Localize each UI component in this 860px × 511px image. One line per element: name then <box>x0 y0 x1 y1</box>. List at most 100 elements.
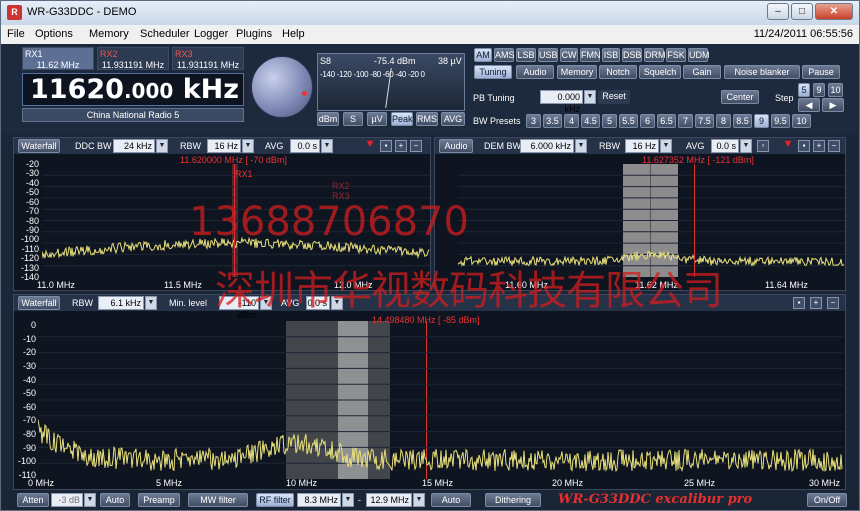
tab-tuning[interactable]: Tuning <box>474 65 512 79</box>
dem-bw-field[interactable]: 6.000 kHz <box>520 139 574 153</box>
ddc-spectrum-plot[interactable] <box>42 164 430 277</box>
tab-squelch[interactable]: Squelch <box>639 65 681 79</box>
mode-udm-button[interactable]: UDM <box>688 48 710 62</box>
bw-preset-7-5[interactable]: 7.5 <box>695 114 714 128</box>
bw-preset-3-5[interactable]: 3.5 <box>543 114 562 128</box>
bw-preset-4[interactable]: 4 <box>564 114 579 128</box>
dem-bw-dropdown[interactable]: ▼ <box>575 139 587 153</box>
ddc-avg-dropdown[interactable]: ▼ <box>321 139 333 153</box>
rf-to-dropdown[interactable]: ▼ <box>413 493 425 507</box>
rx2-tab[interactable]: RX2 11.931191 MHz <box>97 47 169 70</box>
maximize-button[interactable]: □ <box>791 3 813 20</box>
wide-zoom-in-icon[interactable]: + <box>810 297 822 309</box>
menu-memory[interactable]: Memory <box>89 28 129 40</box>
ddc-bw-dropdown[interactable]: ▼ <box>156 139 168 153</box>
atten-field[interactable]: -3 dB <box>51 493 83 507</box>
wide-rbw-dropdown[interactable]: ▼ <box>145 296 157 310</box>
menu-options[interactable]: Options <box>35 28 73 40</box>
step-up-button[interactable]: ▶ <box>822 98 844 112</box>
menu-plugins[interactable]: Plugins <box>236 28 272 40</box>
meter-rms-button[interactable]: RMS <box>416 112 438 126</box>
tab-audio[interactable]: Audio <box>516 65 554 79</box>
tab-pause[interactable]: Pause <box>802 65 840 79</box>
rf-filter-button[interactable]: RF filter <box>256 493 294 507</box>
wide-zoom-out-icon[interactable]: − <box>827 297 839 309</box>
mode-am-button[interactable]: AM <box>474 48 492 62</box>
ddc-rbw-dropdown[interactable]: ▼ <box>242 139 254 153</box>
min-level-dropdown[interactable]: ▼ <box>260 296 272 310</box>
rf-auto-button[interactable]: Auto <box>431 493 471 507</box>
wide-avg-dropdown[interactable]: ▼ <box>331 296 343 310</box>
mode-fmn-button[interactable]: FMN <box>580 48 601 62</box>
bw-preset-3[interactable]: 3 <box>526 114 541 128</box>
menu-help[interactable]: Help <box>282 28 305 40</box>
meter-dbm-button[interactable]: dBm <box>317 112 339 126</box>
pb-tuning-field[interactable]: 0.000 kHz <box>540 90 583 114</box>
bw-preset-8[interactable]: 8 <box>716 114 731 128</box>
atten-dropdown[interactable]: ▼ <box>84 493 96 507</box>
wide-avg-field[interactable]: 0.0 s <box>306 296 330 310</box>
demod-spectrum-plot[interactable] <box>458 164 845 277</box>
tab-notch[interactable]: Notch <box>599 65 637 79</box>
mode-lsb-button[interactable]: LSB <box>516 48 536 62</box>
close-button[interactable]: ✕ <box>815 3 853 20</box>
dem-rbw-dropdown[interactable]: ▼ <box>660 139 672 153</box>
bw-preset-5[interactable]: 5 <box>602 114 617 128</box>
mode-fsk-button[interactable]: FSK <box>666 48 686 62</box>
menu-scheduler[interactable]: Scheduler <box>140 28 190 40</box>
dem-zoom-out-icon[interactable]: − <box>828 140 840 152</box>
step-10-button[interactable]: 10 <box>828 83 843 97</box>
bw-preset-9[interactable]: 9 <box>754 114 769 128</box>
preamp-button[interactable]: Preamp <box>138 493 180 507</box>
atten-button[interactable]: Atten <box>17 493 49 507</box>
filter-marker-icon[interactable]: ▼ <box>364 139 376 151</box>
ddc-rbw-field[interactable]: 16 Hz <box>207 139 241 153</box>
pb-tuning-dropdown[interactable]: ▼ <box>584 90 596 104</box>
dem-avg-field[interactable]: 0.0 s <box>711 139 739 153</box>
mode-isb-button[interactable]: ISB <box>602 48 620 62</box>
wide-save-icon[interactable]: ▪ <box>793 297 805 309</box>
bw-preset-4-5[interactable]: 4.5 <box>581 114 600 128</box>
dem-rbw-field[interactable]: 16 Hz <box>625 139 659 153</box>
wideband-spectrum-plot[interactable] <box>38 321 843 479</box>
meter-peak-button[interactable]: Peak <box>391 112 413 126</box>
bw-preset-10[interactable]: 10 <box>792 114 811 128</box>
rf-from-field[interactable]: 8.3 MHz <box>297 493 341 507</box>
dem-filter-marker-icon[interactable]: ▼ <box>782 139 794 151</box>
menu-file[interactable]: File <box>7 28 25 40</box>
tab-memory[interactable]: Memory <box>557 65 597 79</box>
dem-zoom-in-icon[interactable]: + <box>813 140 825 152</box>
mode-cw-button[interactable]: CW <box>560 48 578 62</box>
bw-preset-7[interactable]: 7 <box>678 114 693 128</box>
min-level-field[interactable]: -110 dBm <box>219 296 259 320</box>
meter-avg-button[interactable]: AVG <box>441 112 465 126</box>
tab-gain[interactable]: Gain <box>683 65 721 79</box>
zoom-out-icon[interactable]: − <box>410 140 422 152</box>
on-off-button[interactable]: On/Off <box>807 493 847 507</box>
ddc-bw-field[interactable]: 24 kHz <box>113 139 155 153</box>
mode-dsb-button[interactable]: DSB <box>622 48 642 62</box>
minimize-button[interactable]: – <box>767 3 789 20</box>
audio-button[interactable]: Audio <box>439 139 473 153</box>
bw-preset-9-5[interactable]: 9.5 <box>771 114 790 128</box>
save-icon[interactable]: ▪ <box>380 140 392 152</box>
bw-preset-6-5[interactable]: 6.5 <box>657 114 676 128</box>
dem-save-icon[interactable]: ▪ <box>798 140 810 152</box>
ddc-waterfall-button[interactable]: Waterfall <box>18 139 60 153</box>
step-5-button[interactable]: 5 <box>798 83 810 97</box>
dithering-button[interactable]: Dithering <box>485 493 541 507</box>
rf-from-dropdown[interactable]: ▼ <box>342 493 354 507</box>
meter-s-button[interactable]: S <box>343 112 363 126</box>
rf-to-field[interactable]: 12.9 MHz <box>366 493 412 507</box>
center-button[interactable]: Center <box>721 90 759 104</box>
step-9-button[interactable]: 9 <box>813 83 825 97</box>
dem-avg-dropdown[interactable]: ▼ <box>740 139 752 153</box>
wide-rbw-field[interactable]: 6.1 kHz <box>98 296 144 310</box>
rx3-tab[interactable]: RX3 11.931191 MHz <box>172 47 244 70</box>
tuning-knob[interactable] <box>251 56 313 118</box>
rx1-tab[interactable]: RX1 11.62 MHz <box>22 47 94 70</box>
lock-icon[interactable]: ▫ <box>757 140 769 152</box>
menu-logger[interactable]: Logger <box>194 28 228 40</box>
meter-uv-button[interactable]: µV <box>367 112 387 126</box>
bw-preset-5-5[interactable]: 5.5 <box>619 114 638 128</box>
